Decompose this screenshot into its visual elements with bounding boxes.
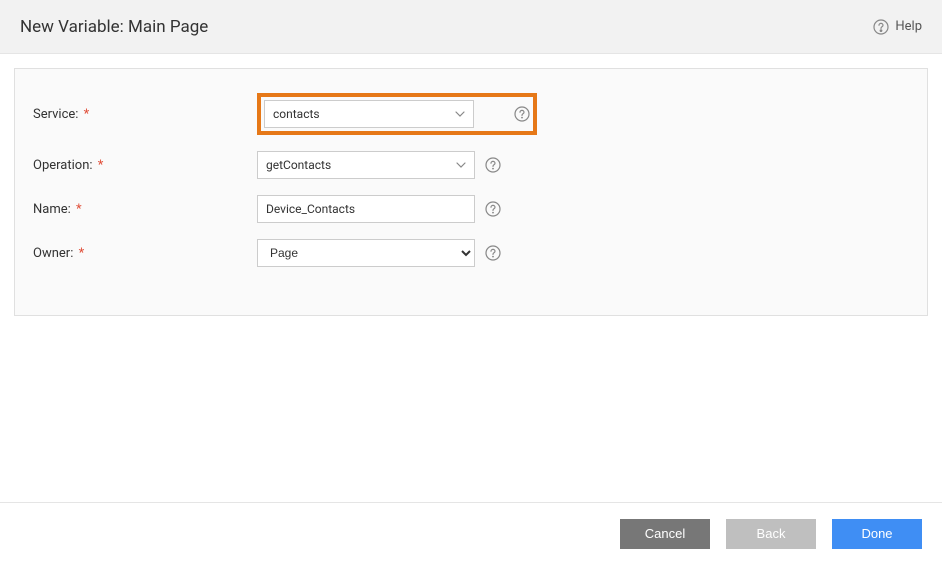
required-marker: * — [79, 246, 85, 261]
row-service: Service: * contacts — [33, 93, 909, 135]
back-button[interactable]: Back — [726, 519, 816, 549]
row-operation: Operation: * getContacts — [33, 151, 909, 179]
owner-select[interactable]: Page — [257, 239, 475, 267]
name-value: Device_Contacts — [266, 202, 355, 216]
field-help-icon[interactable] — [514, 106, 530, 122]
dialog-footer: Cancel Back Done — [0, 502, 942, 564]
help-link[interactable]: Help — [873, 19, 922, 35]
dialog-title: New Variable: Main Page — [20, 17, 208, 37]
operation-value: getContacts — [266, 158, 331, 172]
field-help-icon[interactable] — [485, 201, 501, 217]
name-input[interactable]: Device_Contacts — [257, 195, 475, 223]
help-icon — [873, 19, 889, 35]
field-help-icon[interactable] — [485, 245, 501, 261]
label-name: Name: * — [33, 202, 257, 217]
field-help-icon[interactable] — [485, 157, 501, 173]
required-marker: * — [98, 158, 104, 173]
dialog-header: New Variable: Main Page Help — [0, 0, 942, 54]
done-button[interactable]: Done — [832, 519, 922, 549]
service-value: contacts — [273, 107, 320, 121]
chevron-down-icon — [456, 160, 466, 170]
required-marker: * — [84, 107, 90, 122]
required-marker: * — [76, 202, 82, 217]
help-label: Help — [895, 19, 922, 34]
label-service: Service: * — [33, 107, 257, 122]
chevron-down-icon — [455, 109, 465, 119]
operation-select[interactable]: getContacts — [257, 151, 475, 179]
label-owner: Owner: * — [33, 246, 257, 261]
label-operation: Operation: * — [33, 158, 257, 173]
cancel-button[interactable]: Cancel — [620, 519, 710, 549]
form-panel: Service: * contacts Operation: * getCont… — [14, 68, 928, 316]
row-name: Name: * Device_Contacts — [33, 195, 909, 223]
service-highlight: contacts — [257, 93, 537, 135]
row-owner: Owner: * Page — [33, 239, 909, 267]
service-select[interactable]: contacts — [264, 100, 474, 128]
